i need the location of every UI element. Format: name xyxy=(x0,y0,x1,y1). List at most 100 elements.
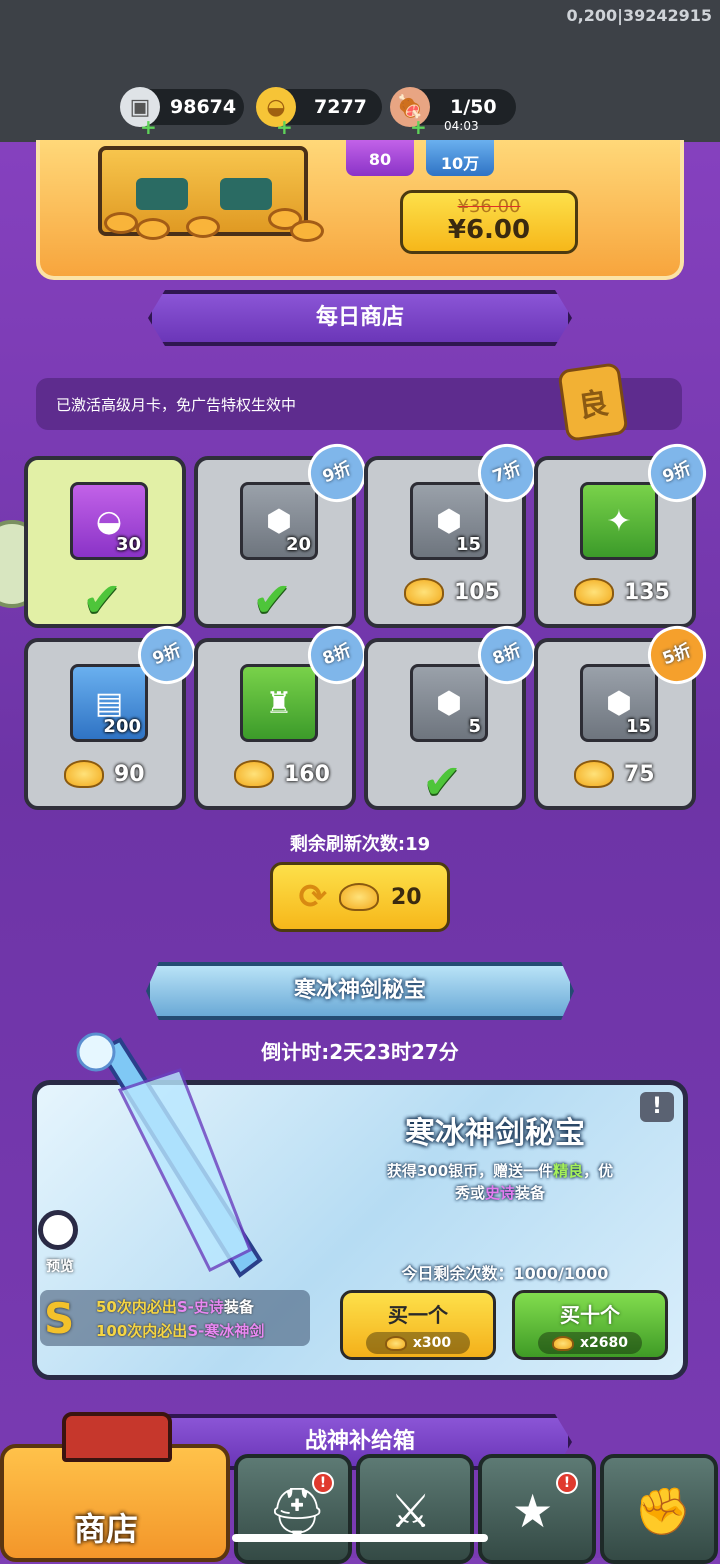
purchased-check-icon: ✔ xyxy=(252,572,293,628)
shop-item-7[interactable]: ⬢ 5 ✔ 8折 xyxy=(364,617,545,810)
preview-label: 预览 xyxy=(46,1259,74,1275)
ice-event-description: 获得300银币，赠送一件精良，优 秀或史诗装备 xyxy=(360,1160,640,1204)
gold-ingot-icon xyxy=(574,760,614,788)
buy-ten-price-value: x2680 xyxy=(580,1335,628,1351)
item-cost: 75 xyxy=(574,760,655,788)
item-cost-value: 135 xyxy=(624,579,670,605)
pity-text: 50次内必出 xyxy=(96,1298,177,1316)
pity-text: 100次内必出 xyxy=(96,1322,188,1340)
item-cost: 105 xyxy=(404,578,500,606)
gold-ingot-icon xyxy=(338,883,379,911)
scroll-icon: ▤ 200 xyxy=(70,664,148,742)
nav-tab-equipment[interactable]: ⛑ ! xyxy=(234,1454,352,1564)
pity-text: S-寒冰神剑 xyxy=(187,1322,265,1340)
monthly-card-icon[interactable]: 良 xyxy=(557,362,629,442)
medal-crystal-icon: ⬢ 15 xyxy=(410,482,488,560)
desc-part: 装备 xyxy=(515,1184,546,1202)
refresh-cost: 20 xyxy=(390,884,422,910)
item-cost-value: 90 xyxy=(114,761,145,787)
nav-shop-tab[interactable]: 商店 xyxy=(0,1412,230,1562)
banner-item-silver-qty: 10万 xyxy=(440,154,480,173)
stamina-timer: 04:03 xyxy=(444,119,479,133)
item-cost-value: 160 xyxy=(284,761,330,787)
fist-upgrade-icon: ✊ xyxy=(634,1484,692,1538)
nav-shop-label: 商店 xyxy=(74,1510,139,1548)
preview-button[interactable]: 预览 xyxy=(38,1210,82,1276)
armor-icon: ♜ xyxy=(240,664,318,742)
item-cost-value: 105 xyxy=(454,579,500,605)
shop-roof-icon xyxy=(62,1412,172,1462)
gold-ingot-icon xyxy=(574,578,614,606)
crystal-cluster-icon: ✦ xyxy=(580,482,658,560)
nav-tab-upgrade[interactable]: ✊ xyxy=(600,1454,718,1564)
banner-item-gold-qty: 80 xyxy=(368,150,392,169)
buy-one-price: x300 xyxy=(366,1332,470,1354)
shop-item-8[interactable]: ⬢ 15 75 5折 xyxy=(534,617,715,810)
gold-ingot-icon: ◒ 30 xyxy=(70,482,148,560)
add-silver-icon[interactable]: + xyxy=(140,115,157,139)
nav-tab-heroes[interactable]: ★ ! xyxy=(478,1454,596,1564)
add-stamina-icon[interactable]: + xyxy=(410,115,427,139)
pity-text: S-史诗 xyxy=(176,1298,224,1316)
shop-item-6[interactable]: ♜ 160 8折 xyxy=(194,617,375,810)
info-icon[interactable]: ! xyxy=(640,1092,674,1122)
add-gold-icon[interactable]: + xyxy=(276,115,293,139)
purchased-check-icon: ✔ xyxy=(82,572,123,628)
top-bar: 0,200|39242915 ▣ 98674 + ◒ 7277 + 🍖 1/50… xyxy=(0,0,720,142)
silver-counter[interactable]: ▣ 98674 + xyxy=(120,87,244,139)
item-qty: 30 xyxy=(115,534,141,555)
stamina-value: 1/50 xyxy=(450,96,497,118)
buy-ten-label: 买十个 xyxy=(560,1303,620,1327)
banner-buy-button[interactable]: ¥36.00 ¥6.00 xyxy=(400,190,578,254)
debug-text: 0,200|39242915 xyxy=(566,6,712,25)
item-qty: 15 xyxy=(455,534,481,555)
ice-event-header: 寒冰神剑秘宝 xyxy=(146,962,574,1020)
pity-text: 装备 xyxy=(223,1298,254,1316)
alert-badge-icon: ! xyxy=(312,1472,334,1494)
pity-line-1: 50次内必出S-史诗装备 xyxy=(96,1296,254,1317)
shop-item-3[interactable]: ⬢ 15 105 7折 xyxy=(364,435,545,628)
refresh-button[interactable]: ⟳ 20 xyxy=(270,862,450,932)
item-cost-value: 75 xyxy=(624,761,655,787)
new-price: ¥6.00 xyxy=(447,215,531,245)
desc-part: 秀或 xyxy=(454,1184,485,1202)
item-qty: 20 xyxy=(285,534,311,555)
refresh-count-label: 剩余刷新次数:19 xyxy=(289,834,431,855)
shop-item-1[interactable]: ◒ 30 ✔ xyxy=(24,456,186,628)
gold-ingot-icon xyxy=(384,1335,407,1351)
magnifier-icon xyxy=(38,1210,78,1250)
hero-stars-icon: ★ xyxy=(512,1484,554,1538)
buy-one-button[interactable]: 买一个 x300 xyxy=(340,1290,496,1360)
buy-ten-button[interactable]: 买十个 x2680 xyxy=(512,1290,668,1360)
gold-counter[interactable]: ◒ 7277 + xyxy=(256,87,382,139)
daily-shop-header: 每日商店 xyxy=(148,290,572,346)
daily-remaining: 今日剩余次数：1000/1000 xyxy=(401,1264,609,1283)
shop-item-5[interactable]: ▤ 200 90 9折 xyxy=(24,617,205,810)
crossed-swords-icon: ⚔ xyxy=(390,1484,432,1538)
item-cost: 160 xyxy=(234,760,330,788)
shop-item-4[interactable]: ✦ 135 9折 xyxy=(534,435,715,628)
buy-one-price-value: x300 xyxy=(412,1335,452,1351)
silver-value: 98674 xyxy=(170,96,237,118)
shop-item-2[interactable]: ⬢ 20 ✔ 9折 xyxy=(194,435,375,628)
boot-crystal-icon: ⬢ 15 xyxy=(580,664,658,742)
gold-ingot-icon xyxy=(552,1335,574,1351)
helmet-crystal-icon: ⬢ 20 xyxy=(240,482,318,560)
banner-item-silver: 10万 xyxy=(426,140,494,176)
item-cost: 90 xyxy=(64,760,145,788)
nav-tab-battle[interactable]: ⚔ xyxy=(356,1454,474,1564)
desc-part: ，优 xyxy=(583,1162,614,1180)
monthly-card-label: 良 xyxy=(576,386,611,425)
item-qty: 15 xyxy=(625,716,651,737)
ice-event-title: 寒冰神剑秘宝 xyxy=(405,1116,585,1151)
gold-ingot-icon xyxy=(404,578,444,606)
buy-one-label: 买一个 xyxy=(388,1303,448,1327)
pity-info: S 50次内必出S-史诗装备 100次内必出S-寒冰神剑 xyxy=(40,1290,310,1346)
desc-part: 获得300银币，赠送一件 xyxy=(386,1162,554,1180)
desc-good: 精良 xyxy=(553,1162,584,1180)
pity-line-2: 100次内必出S-寒冰神剑 xyxy=(96,1320,264,1341)
gold-ingot-icon xyxy=(64,760,104,788)
promo-banner: 80 10万 ¥36.00 ¥6.00 xyxy=(36,140,684,280)
gold-ingot-icon xyxy=(234,760,274,788)
ice-sword-icon xyxy=(76,1032,263,1278)
